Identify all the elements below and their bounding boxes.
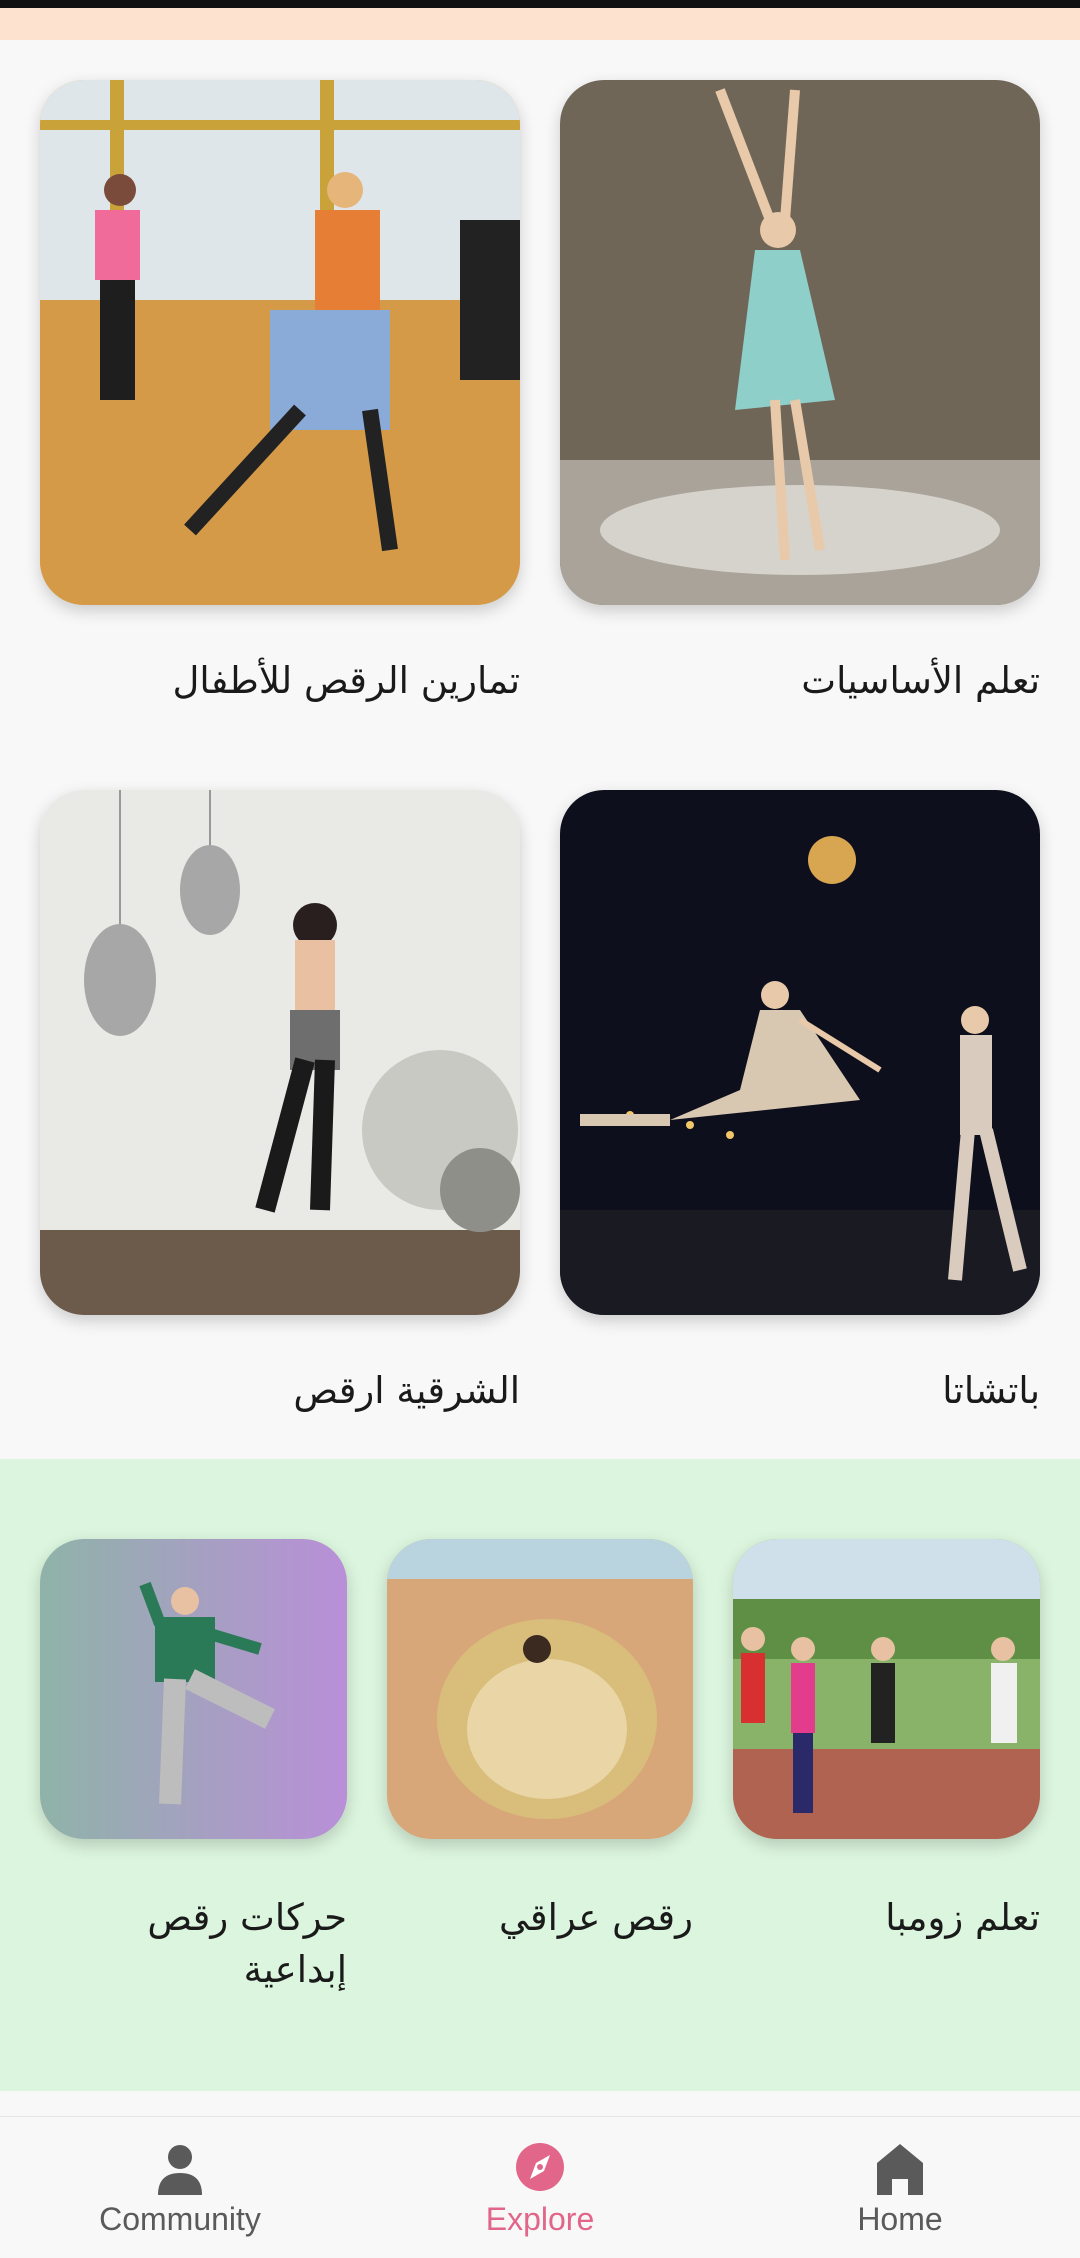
card-label: تعلم زومبا [885,1896,1040,1939]
card-label: رقص عراقي [499,1896,693,1939]
card-image-dance-class[interactable] [40,80,520,605]
nav-explore[interactable]: Explore [360,2117,720,2258]
header-accent-bar [0,8,1080,40]
card-label: حركات رقص إبداعية [147,1896,347,1991]
nav-community[interactable]: Community [0,2117,360,2258]
card-label: الشرقية ارقص [293,1369,520,1412]
status-bar [0,0,1080,8]
card-label: تمارين الرقص للأطفال [172,659,520,702]
card-image-couple-dance[interactable] [560,790,1040,1315]
card-image-hiphop-dancer[interactable] [40,1539,347,1839]
card-image-belly-dancer[interactable] [40,790,520,1315]
bottom-navigation: Community Explore Home [0,2116,1080,2258]
card-image-zumba-group[interactable] [733,1539,1040,1839]
person-icon [158,2145,202,2195]
home-icon [877,2144,923,2195]
nav-label: Explore [485,2201,595,2237]
nav-label: Community [99,2201,261,2237]
card-label: تعلم الأساسيات [801,659,1040,702]
nav-home[interactable]: Home [720,2117,1080,2258]
compass-icon [516,2143,564,2191]
card-image-ballet-dancer[interactable] [560,80,1040,605]
nav-label: Home [857,2201,943,2237]
card-label: باتشاتا [942,1369,1040,1412]
card-image-desert-dancer[interactable] [387,1539,693,1839]
